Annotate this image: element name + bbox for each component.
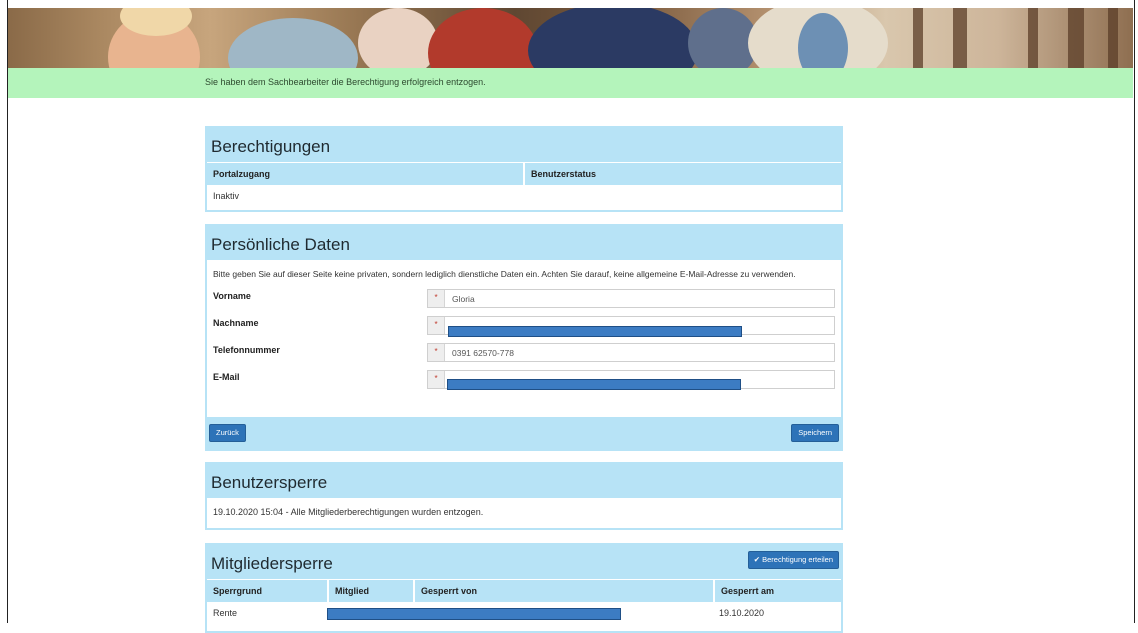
hero-tree <box>953 8 967 68</box>
hero-tree <box>1108 8 1118 68</box>
mitgliedersperre-title: Mitgliedersperre <box>211 554 333 573</box>
window-frame-right <box>1134 0 1138 623</box>
mitgliedersperre-panel: Mitgliedersperre ✔ Berechtigung erteilen… <box>205 543 843 633</box>
benutzersperre-panel: Benutzersperre 19.10.2020 15:04 - Alle M… <box>205 462 843 530</box>
vorname-label: Vorname <box>213 291 251 301</box>
table-row: Rente 19.10.2020 <box>207 602 841 624</box>
column-header-benutzerstatus: Benutzerstatus <box>523 163 841 185</box>
gesperrt-am-cell: 19.10.2020 <box>719 608 765 618</box>
form-button-bar: Zurück Speichern <box>207 417 841 449</box>
persoenliche-daten-header: Persönliche Daten <box>207 226 841 260</box>
hero-tree <box>1068 8 1084 68</box>
column-header-gesperrt-von: Gesperrt von <box>413 580 713 602</box>
telefonnummer-row: Telefonnummer * 0391 62570-778 <box>207 342 841 369</box>
persoenliche-daten-panel: Persönliche Daten Bitte geben Sie auf di… <box>205 224 843 451</box>
vorname-field[interactable]: * Gloria <box>427 289 835 308</box>
required-asterisk-icon: * <box>428 317 445 334</box>
nachname-label: Nachname <box>213 318 259 328</box>
berechtigungen-table-header: Portalzugang Benutzerstatus <box>207 162 841 185</box>
success-notice: Sie haben dem Sachbearbeiter die Berecht… <box>8 68 1133 98</box>
hero-tree <box>913 8 923 68</box>
hero-person-navy-jacket <box>528 8 698 68</box>
benutzersperre-entry: 19.10.2020 15:04 - Alle Mitgliederberech… <box>213 507 484 517</box>
telefonnummer-label: Telefonnummer <box>213 345 280 355</box>
sperrgrund-cell: Rente <box>213 608 238 618</box>
email-label: E-Mail <box>213 372 240 382</box>
mitgliedersperre-header: Mitgliedersperre ✔ Berechtigung erteilen <box>207 545 841 579</box>
save-button[interactable]: Speichern <box>791 424 839 442</box>
check-icon: ✔ <box>753 555 761 564</box>
persoenliche-daten-title: Persönliche Daten <box>211 235 350 254</box>
berechtigungen-header: Berechtigungen <box>207 128 841 162</box>
grant-permission-label: Berechtigung erteilen <box>762 555 833 564</box>
benutzerstatus-value <box>523 185 841 207</box>
berechtigungen-panel: Berechtigungen Portalzugang Benutzerstat… <box>205 126 843 212</box>
column-header-portalzugang: Portalzugang <box>213 169 271 179</box>
telefonnummer-value: 0391 62570-778 <box>452 348 514 358</box>
list-item: 19.10.2020 15:04 - Alle Mitgliederberech… <box>207 498 841 526</box>
benutzersperre-header: Benutzersperre <box>207 464 841 498</box>
vorname-row: Vorname * Gloria <box>207 288 841 315</box>
nachname-row: Nachname * <box>207 315 841 342</box>
column-header-gesperrt-am: Gesperrt am <box>713 580 841 602</box>
hero-person-sweater <box>228 18 358 68</box>
table-row: Inaktiv <box>207 185 841 207</box>
column-header-mitglied: Mitglied <box>327 580 413 602</box>
mitgliedersperre-table-header: Sperrgrund Mitglied Gesperrt von Gesperr… <box>207 579 841 602</box>
required-asterisk-icon: * <box>428 290 445 307</box>
back-button[interactable]: Zurück <box>209 424 246 442</box>
column-header-sperrgrund: Sperrgrund <box>213 586 263 596</box>
portalzugang-value: Inaktiv <box>213 191 240 201</box>
redaction-bar <box>448 326 742 337</box>
required-asterisk-icon: * <box>428 371 445 388</box>
vorname-value: Gloria <box>452 294 475 304</box>
grant-permission-button[interactable]: ✔ Berechtigung erteilen <box>747 551 839 569</box>
hero-tree <box>1028 8 1038 68</box>
hero-person-hand <box>358 8 438 68</box>
success-notice-text: Sie haben dem Sachbearbeiter die Berecht… <box>205 77 486 87</box>
nachname-field[interactable]: * <box>427 316 835 337</box>
email-field[interactable]: * <box>427 370 835 390</box>
redaction-bar <box>327 608 621 620</box>
telefonnummer-field[interactable]: * 0391 62570-778 <box>427 343 835 362</box>
email-row: E-Mail * <box>207 369 841 396</box>
hero-person-red-jacket <box>428 8 538 68</box>
hero-banner-image <box>8 8 1133 68</box>
redaction-bar <box>447 379 741 390</box>
benutzersperre-title: Benutzersperre <box>211 473 328 492</box>
window-frame-left <box>0 0 8 623</box>
required-asterisk-icon: * <box>428 344 445 361</box>
berechtigungen-title: Berechtigungen <box>211 137 331 156</box>
privacy-hint-text: Bitte geben Sie auf dieser Seite keine p… <box>213 269 796 279</box>
